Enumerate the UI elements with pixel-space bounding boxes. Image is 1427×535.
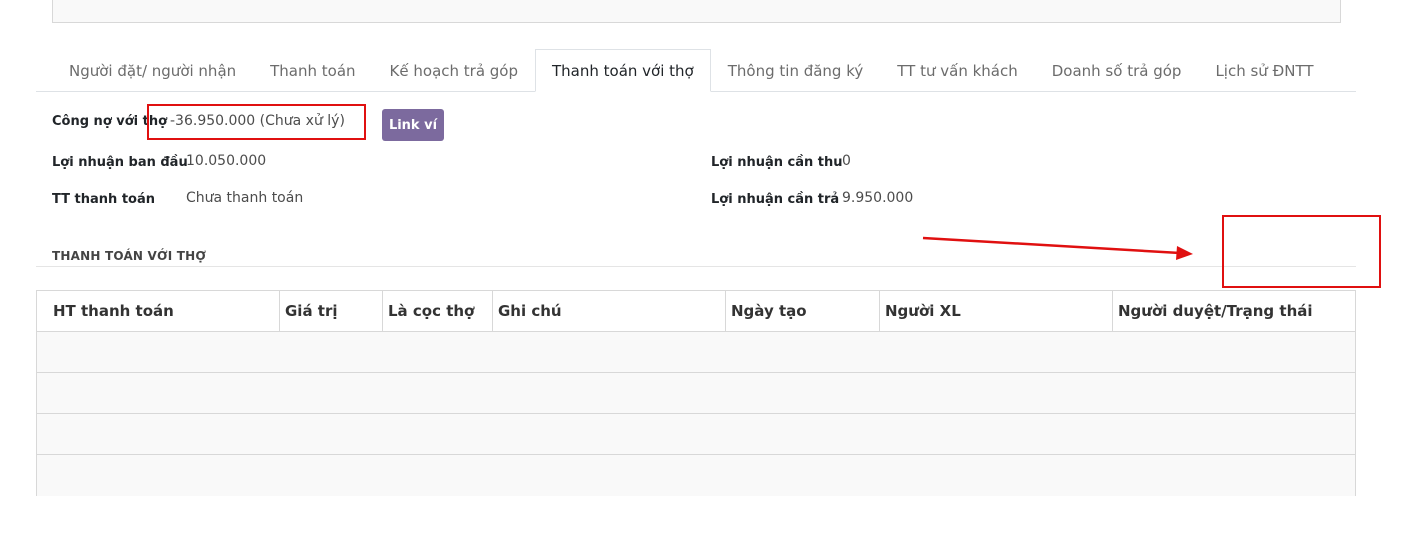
column-header-handler[interactable]: Người XL	[880, 291, 1113, 331]
column-header-note[interactable]: Ghi chú	[493, 291, 726, 331]
tab-installment-plan[interactable]: Kế hoạch trả góp	[373, 49, 535, 91]
table-row	[37, 414, 1355, 455]
annotation-box-target	[1222, 215, 1381, 288]
link-wallet-button[interactable]: Link ví	[382, 109, 444, 141]
initial-profit-value: 10.050.000	[186, 153, 267, 169]
column-header-worker-deposit[interactable]: Là cọc thợ	[383, 291, 493, 331]
profit-receivable-label: Lợi nhuận cần thu	[711, 155, 843, 170]
profit-payable-label: Lợi nhuận cần trả	[711, 192, 840, 207]
table-row	[37, 373, 1355, 414]
tab-registration-info[interactable]: Thông tin đăng ký	[711, 49, 881, 91]
column-header-payment-method[interactable]: HT thanh toán	[37, 291, 280, 331]
form-page: Người đặt/ người nhận Thanh toán Kế hoạc…	[0, 0, 1427, 535]
section-divider	[36, 266, 1356, 267]
annotation-box-debt	[147, 104, 366, 140]
previous-field-box	[52, 0, 1341, 23]
table-header: HT thanh toán Giá trị Là cọc thợ Ghi chú…	[37, 291, 1355, 332]
table-row	[37, 332, 1355, 373]
profit-receivable-value: 0	[842, 153, 851, 169]
section-title: THANH TOÁN VỚI THỢ	[52, 249, 207, 263]
tab-payment-request-history[interactable]: Lịch sử ĐNTT	[1198, 49, 1330, 91]
worker-payment-table: HT thanh toán Giá trị Là cọc thợ Ghi chú…	[36, 290, 1356, 496]
initial-profit-label: Lợi nhuận ban đầu	[52, 155, 188, 170]
payment-status-value: Chưa thanh toán	[186, 190, 304, 206]
payment-status-label: TT thanh toán	[52, 192, 156, 207]
tab-installment-sales[interactable]: Doanh số trả góp	[1035, 49, 1199, 91]
column-header-created-date[interactable]: Ngày tạo	[726, 291, 880, 331]
tab-bar: Người đặt/ người nhận Thanh toán Kế hoạc…	[36, 49, 1356, 92]
column-header-approver-status[interactable]: Người duyệt/Trạng thái	[1113, 291, 1355, 331]
tab-sender-receiver[interactable]: Người đặt/ người nhận	[36, 49, 253, 91]
tab-payment[interactable]: Thanh toán	[253, 49, 372, 91]
tab-customer-consulting[interactable]: TT tư vấn khách	[880, 49, 1034, 91]
tab-worker-payment[interactable]: Thanh toán với thợ	[535, 49, 711, 92]
table-row	[37, 455, 1355, 496]
profit-payable-value: 9.950.000	[842, 190, 914, 206]
column-header-value[interactable]: Giá trị	[280, 291, 383, 331]
